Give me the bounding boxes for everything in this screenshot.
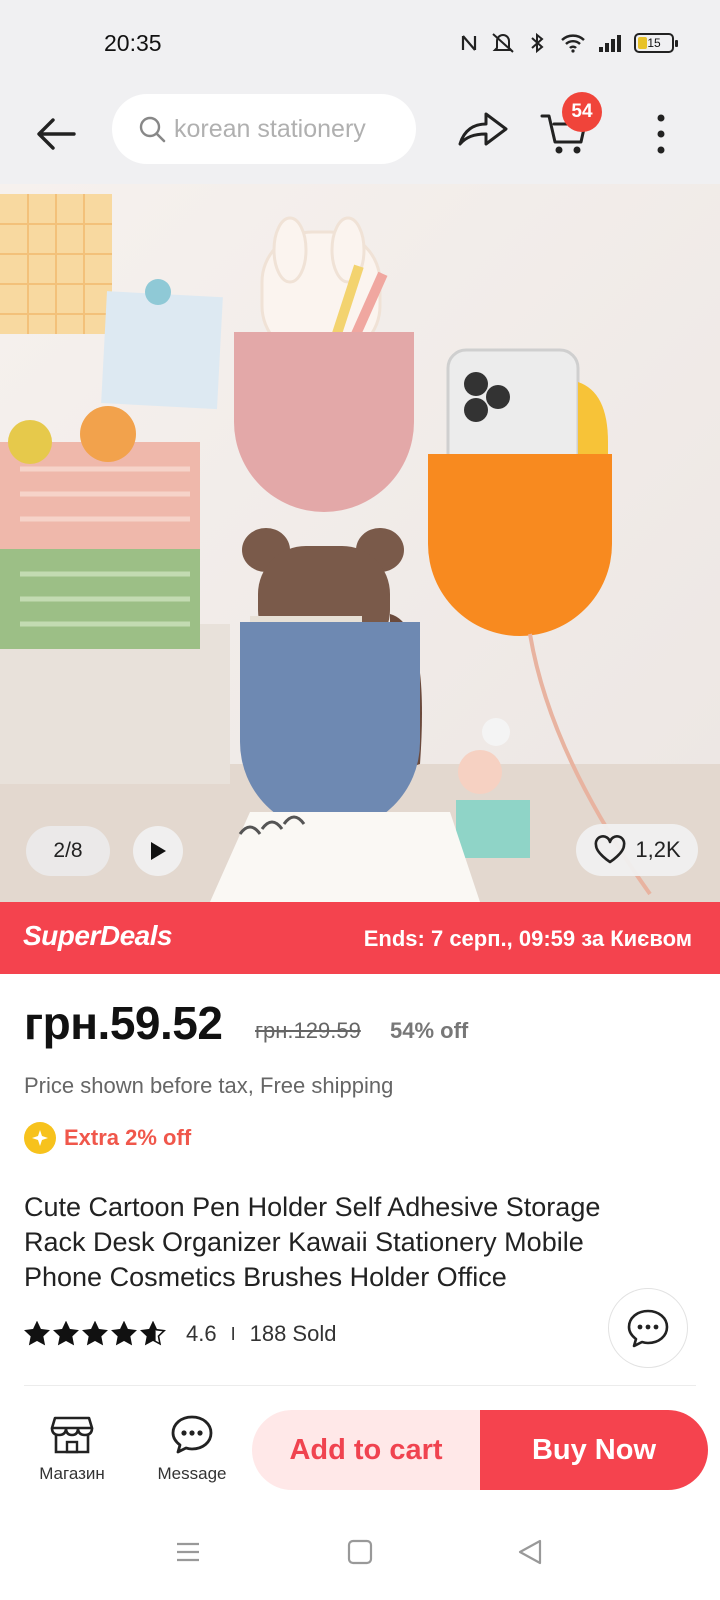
play-icon xyxy=(151,842,166,860)
rating-stars xyxy=(24,1321,166,1347)
status-icons: 15 xyxy=(460,32,678,54)
back-triangle-icon[interactable] xyxy=(510,1532,550,1572)
nfc-icon xyxy=(461,35,477,51)
product-title: Cute Cartoon Pen Holder Self Adhesive St… xyxy=(24,1192,601,1292)
status-time: 20:35 xyxy=(104,30,162,56)
product-image-gallery[interactable]: 2/8 1,2K xyxy=(0,184,720,902)
back-arrow-icon xyxy=(37,118,76,150)
add-to-cart-button[interactable]: Add to cart xyxy=(252,1410,480,1490)
store-label: Магазин xyxy=(39,1464,105,1483)
star-icon xyxy=(24,1321,50,1346)
current-price: грн.59.52 xyxy=(24,997,223,1049)
search-icon xyxy=(139,116,166,143)
status-bar: 20:35 15 xyxy=(0,0,720,86)
extra-discount[interactable]: Extra 2% off xyxy=(24,1122,191,1154)
wishlist-count: 1,2K xyxy=(635,837,681,862)
star-icon xyxy=(140,1321,166,1346)
rating-value: 4.6 xyxy=(186,1321,217,1346)
star-icon xyxy=(82,1321,108,1346)
message-icon xyxy=(171,1415,213,1454)
more-vertical-icon xyxy=(657,114,665,154)
sold-count: 188 Sold xyxy=(249,1321,337,1346)
heart-icon xyxy=(594,835,626,864)
rating-row[interactable]: 4.6 I 188 Sold xyxy=(24,1321,336,1347)
coin-icon xyxy=(24,1122,56,1154)
search-placeholder: korean stationery xyxy=(174,114,366,143)
top-nav: korean stationery 54 xyxy=(0,86,720,184)
bottom-action-bar: Магазин Message Add to cart Buy Now xyxy=(0,1386,720,1506)
store-icon xyxy=(50,1416,94,1454)
message-label: Message xyxy=(157,1464,227,1483)
superdeals-banner[interactable]: SuperDeals Ends: 7 серп., 09:59 за Києво… xyxy=(0,902,720,974)
price-note: Price shown before tax, Free shipping xyxy=(24,1073,394,1098)
discount-percent: 54% off xyxy=(390,1018,469,1043)
extra-discount-label: Extra 2% off xyxy=(64,1125,192,1150)
deal-end-time: Ends: 7 серп., 09:59 за Києвом xyxy=(363,926,692,951)
share-button[interactable] xyxy=(456,106,512,160)
image-counter: 2/8 xyxy=(26,826,110,876)
back-button[interactable] xyxy=(30,108,82,160)
share-icon xyxy=(458,112,508,146)
buy-now-button[interactable]: Buy Now xyxy=(480,1410,708,1490)
message-button[interactable]: Message xyxy=(144,1414,240,1484)
chat-bubble-icon xyxy=(627,1309,669,1348)
more-button[interactable] xyxy=(644,108,678,160)
search-bar[interactable]: korean stationery xyxy=(112,94,416,164)
menu-icon[interactable] xyxy=(168,1532,208,1572)
wifi-icon xyxy=(561,34,585,53)
signal-icon xyxy=(599,35,621,52)
star-icon xyxy=(53,1321,79,1346)
original-price: грн.129.59 xyxy=(255,1018,361,1043)
play-video-button[interactable] xyxy=(133,826,183,876)
chat-float-button[interactable] xyxy=(608,1288,688,1368)
store-button[interactable]: Магазин xyxy=(24,1414,120,1484)
product-screen: 20:35 15 korean stationery 54 2/8 1,2K S… xyxy=(0,0,720,1600)
rating-separator: I xyxy=(230,1323,236,1344)
cart-count-badge: 54 xyxy=(562,92,602,132)
superdeals-logo: SuperDeals xyxy=(23,920,173,951)
battery-icon: 15 xyxy=(634,33,678,53)
product-photo xyxy=(0,184,720,902)
wishlist-button[interactable]: 1,2K xyxy=(576,824,698,876)
system-nav-bar xyxy=(0,1506,720,1600)
star-icon xyxy=(111,1321,137,1346)
home-square-icon[interactable] xyxy=(340,1532,380,1572)
bluetooth-icon xyxy=(531,32,544,54)
mute-icon xyxy=(492,33,514,53)
